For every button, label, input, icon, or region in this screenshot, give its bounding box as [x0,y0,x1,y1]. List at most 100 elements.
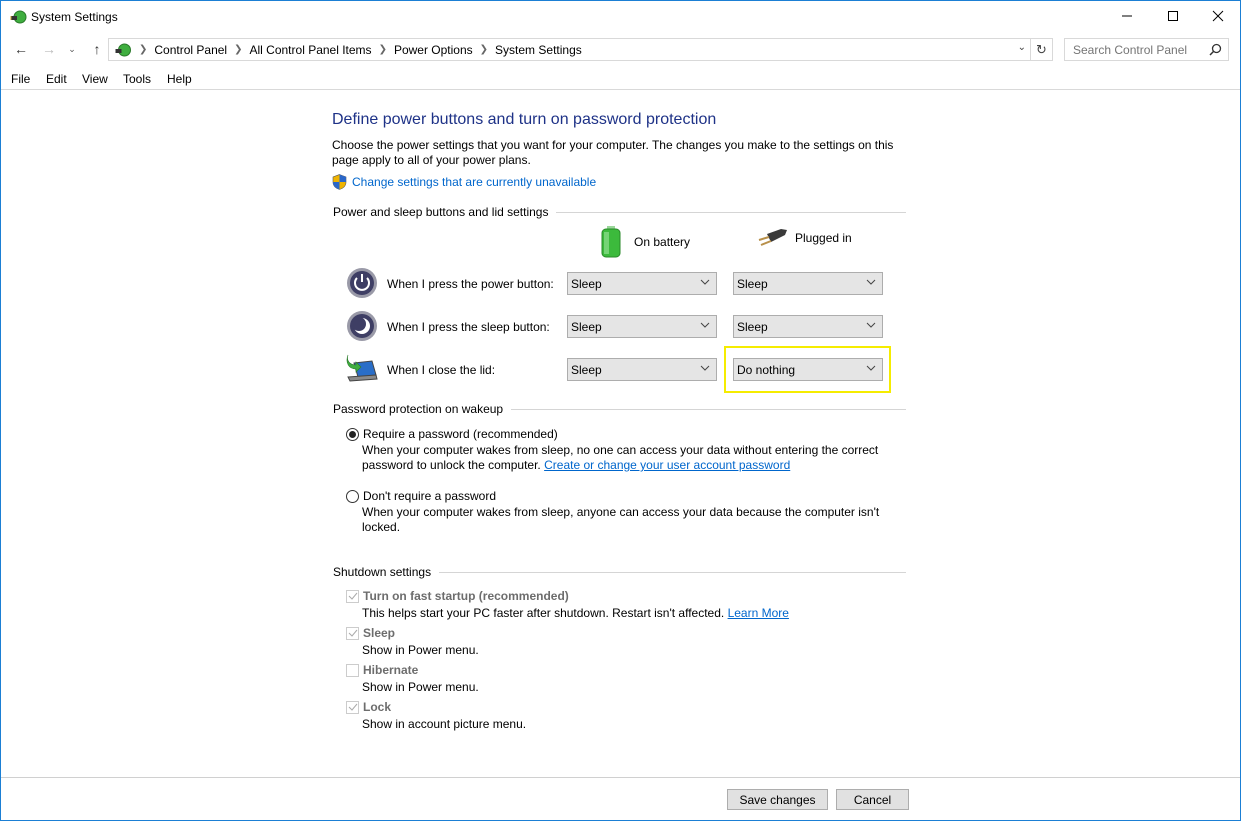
checkbox-checked[interactable] [346,700,359,714]
laptop-lid-icon [346,354,378,382]
breadcrumb-separator[interactable]: ❯ [480,44,488,55]
power-plug-icon [758,229,787,246]
arrow-left-icon: ← [14,41,28,57]
select-value: Sleep [737,276,768,291]
chevron-down-icon [866,322,876,328]
divider [439,571,906,573]
breadcrumb-all-items[interactable]: All Control Panel Items [250,43,372,57]
chevron-down-icon [866,279,876,285]
breadcrumb-separator[interactable]: ❯ [379,44,387,55]
description-text: This helps start your PC faster after sh… [362,606,725,620]
checkbox-label[interactable]: Turn on fast startup (recommended) [363,589,569,603]
radio-label[interactable]: Require a password (recommended) [363,427,558,441]
fast-startup-description: This helps start your PC faster after sh… [362,606,902,621]
menu-tools[interactable]: Tools [123,72,151,86]
lock-checkbox[interactable]: Lock [346,700,391,714]
power-button-label: When I press the power button: [387,277,554,291]
select-value: Sleep [571,276,602,291]
checkbox-unchecked[interactable] [346,663,359,677]
address-bar[interactable]: ❯ Control Panel ❯ All Control Panel Item… [108,38,1031,61]
menu-file[interactable]: File [11,72,30,86]
breadcrumb-control-panel[interactable]: Control Panel [154,43,227,57]
save-changes-button[interactable]: Save changes [727,789,828,810]
learn-more-link[interactable]: Learn More [728,606,789,620]
require-password-description: When your computer wakes from sleep, no … [362,443,902,473]
navigation-bar: ← → ⌄ ↑ ❯ Control Panel ❯ All Control Pa… [1,37,1240,63]
menu-edit[interactable]: Edit [46,72,67,86]
checkbox-checked[interactable] [346,626,359,640]
minimize-icon [1122,15,1132,17]
checkbox-checked[interactable] [346,589,359,603]
search-box[interactable] [1064,38,1229,61]
power-section-title: Power and sleep buttons and lid settings [333,205,549,219]
checkmark-icon [348,592,357,600]
sleep-checkbox[interactable]: Sleep [346,626,395,640]
checkbox-label[interactable]: Hibernate [363,663,418,677]
no-password-description: When your computer wakes from sleep, any… [362,505,880,534]
hibernate-description: Show in Power menu. [362,680,479,694]
change-settings-link[interactable]: Change settings that are currently unava… [332,174,596,190]
password-section-title: Password protection on wakeup [333,402,504,416]
address-dropdown-icon[interactable]: ⌄ [1018,42,1026,53]
chevron-down-icon [700,365,710,371]
lock-description: Show in account picture menu. [362,717,527,731]
column-header-battery: On battery [599,226,690,258]
breadcrumb-system-settings[interactable]: System Settings [495,43,582,57]
divider [556,211,906,213]
sleep-button-icon [347,311,377,341]
page-title: Define power buttons and turn on passwor… [332,111,717,128]
menu-help[interactable]: Help [167,72,192,86]
refresh-button[interactable]: ↻ [1031,38,1053,61]
breadcrumb-separator[interactable]: ❯ [234,44,242,55]
radio-label[interactable]: Don't require a password [363,489,496,503]
sleep-button-battery-select[interactable]: Sleep [567,315,717,338]
close-button[interactable] [1195,1,1241,31]
power-button-battery-select[interactable]: Sleep [567,272,717,295]
select-value: Sleep [571,319,602,334]
power-section-header: Power and sleep buttons and lid settings [333,205,906,219]
sleep-button-label: When I press the sleep button: [387,320,550,334]
no-password-radio[interactable]: Don't require a password [346,489,496,503]
change-settings-link-label[interactable]: Change settings that are currently unava… [352,175,596,189]
menu-view[interactable]: View [82,72,108,86]
column-label-plugged: Plugged in [795,231,852,245]
checkbox-label[interactable]: Lock [363,700,391,714]
back-button[interactable]: ← [11,39,31,59]
require-password-radio[interactable]: Require a password (recommended) [346,427,558,441]
sleep-description: Show in Power menu. [362,643,479,657]
recent-locations-button[interactable]: ⌄ [65,39,79,59]
content-area: Define power buttons and turn on passwor… [1,91,1240,774]
hibernate-checkbox[interactable]: Hibernate [346,663,418,677]
fast-startup-checkbox[interactable]: Turn on fast startup (recommended) [346,589,569,603]
breadcrumb-power-options[interactable]: Power Options [394,43,473,57]
select-value: Sleep [737,319,768,334]
cancel-button[interactable]: Cancel [836,789,909,810]
checkmark-icon [348,629,357,637]
radio-selected[interactable] [346,427,359,441]
radio-unselected[interactable] [346,489,359,503]
search-input[interactable] [1065,42,1205,57]
search-icon[interactable] [1209,43,1222,56]
power-button-plugged-select[interactable]: Sleep [733,272,883,295]
shutdown-section-header: Shutdown settings [333,565,906,579]
forward-button[interactable]: → [39,39,59,59]
divider [511,408,906,410]
battery-icon [601,226,621,258]
lid-close-label: When I close the lid: [387,363,496,377]
column-label-battery: On battery [634,235,691,249]
chevron-down-icon [700,322,710,328]
create-password-link[interactable]: Create or change your user account passw… [544,458,790,472]
maximize-icon [1168,11,1178,21]
refresh-icon: ↻ [1036,41,1047,57]
minimize-button[interactable] [1104,1,1150,31]
power-options-icon [10,10,27,24]
breadcrumb-separator[interactable]: ❯ [139,44,147,55]
maximize-button[interactable] [1150,1,1196,31]
lid-close-battery-select[interactable]: Sleep [567,358,717,381]
chevron-down-icon [700,279,710,285]
sleep-button-plugged-select[interactable]: Sleep [733,315,883,338]
checkbox-label[interactable]: Sleep [363,626,395,640]
up-button[interactable]: ↑ [87,39,107,59]
column-header-plugged: Plugged in [757,226,852,250]
window-title: System Settings [31,10,118,24]
